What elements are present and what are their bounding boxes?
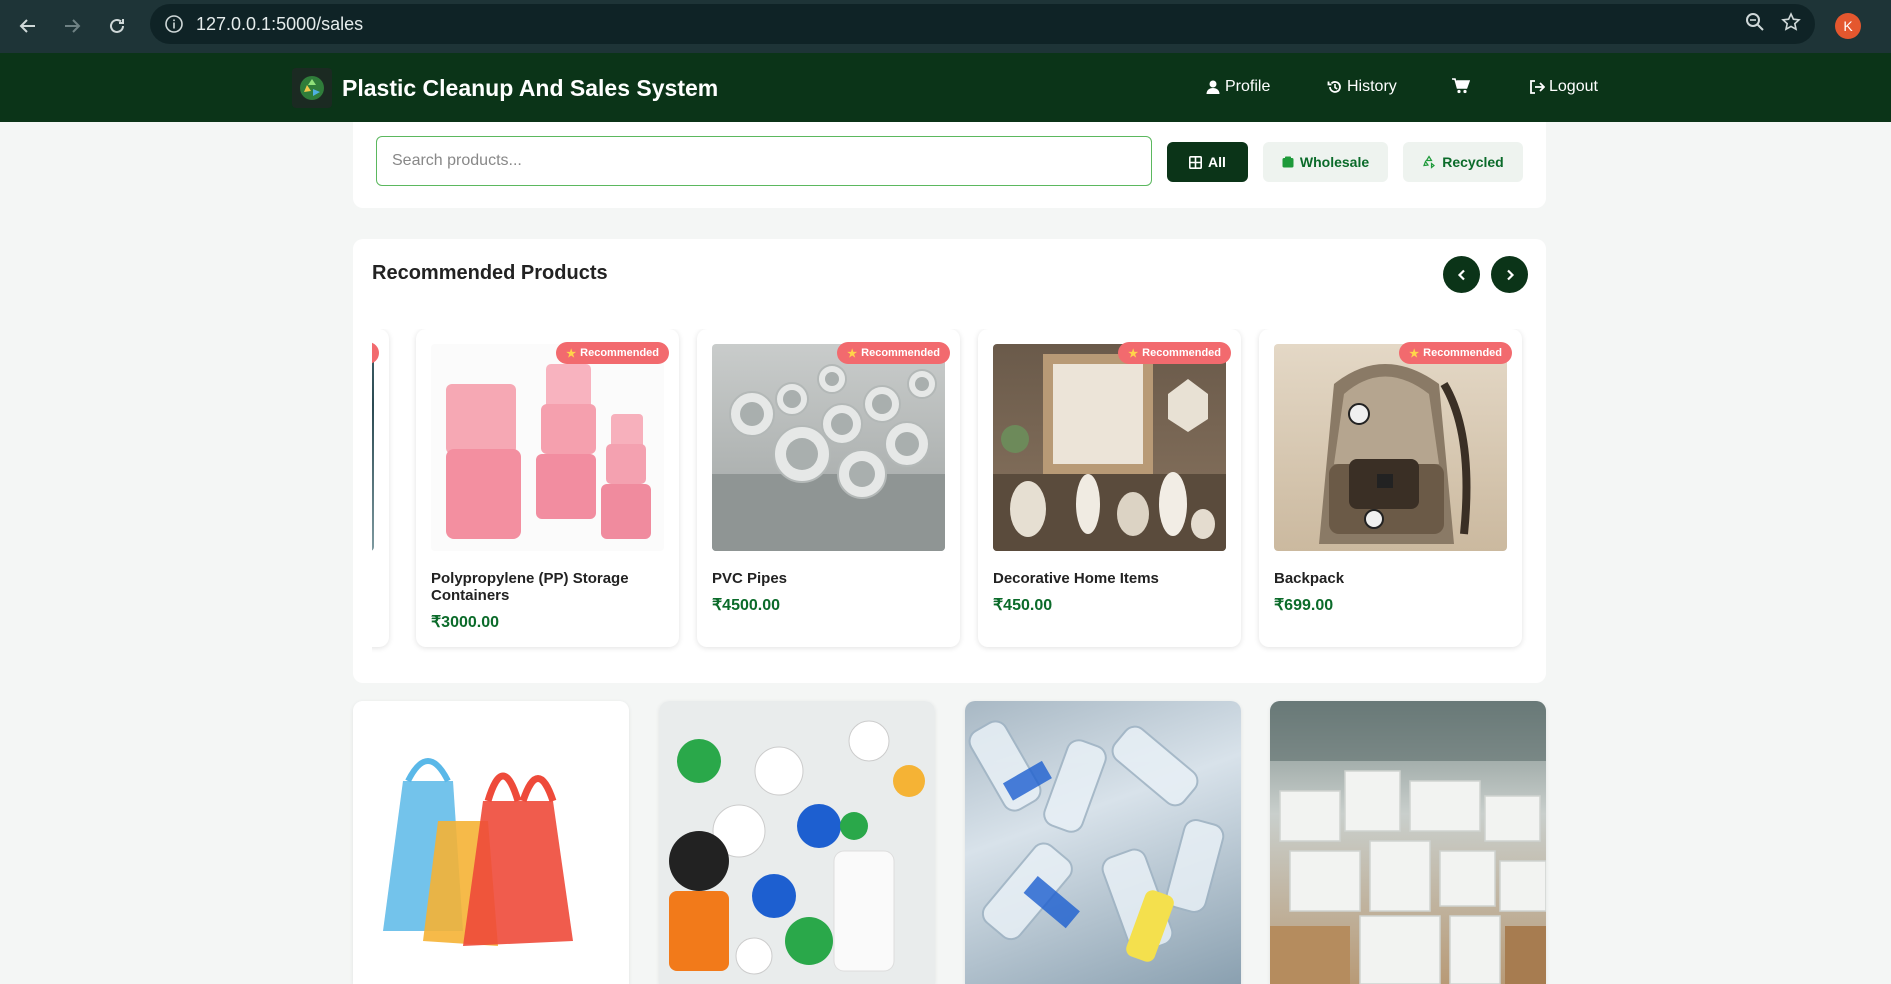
filter-recycled-button[interactable]: Recycled	[1403, 142, 1523, 182]
profile-avatar[interactable]: K	[1835, 13, 1861, 39]
nav-profile-label: Profile	[1225, 78, 1271, 95]
browser-toolbar: 127.0.0.1:5000/sales K	[0, 0, 1891, 53]
star-icon: ★	[1409, 347, 1420, 360]
recommended-badge: ★Recommended	[837, 342, 950, 364]
filter-wholesale-label: Wholesale	[1299, 154, 1370, 170]
nav-profile[interactable]: Profile	[1205, 78, 1270, 96]
forward-icon[interactable]	[50, 4, 94, 48]
grid-icon	[1189, 155, 1203, 169]
product-price: ₹699.00	[1274, 597, 1334, 614]
bookmark-star-icon[interactable]	[1781, 11, 1801, 37]
product-image	[659, 701, 935, 984]
zoom-icon[interactable]	[1745, 12, 1765, 37]
logout-icon	[1530, 80, 1545, 94]
star-icon: ★	[847, 347, 858, 360]
product-image	[993, 344, 1226, 551]
search-input[interactable]	[376, 136, 1152, 186]
site-info-icon[interactable]	[164, 14, 184, 34]
product-image	[353, 701, 629, 984]
carousel-prev-button[interactable]	[1443, 256, 1480, 293]
chevron-right-icon	[1506, 269, 1514, 280]
product-name: PVC Pipes	[712, 570, 788, 587]
app-navbar: Plastic Cleanup And Sales System Profile…	[0, 53, 1891, 122]
recommended-section: Recommended Products ★ Recommended Polyp…	[353, 239, 1546, 683]
carousel-track: ★Recommended ★Recommended Pol	[372, 329, 1529, 659]
product-image	[1274, 344, 1507, 551]
box-icon	[1282, 156, 1294, 168]
nav-logout[interactable]: Logout	[1529, 78, 1598, 96]
recycle-logo-icon	[292, 68, 332, 108]
product-image	[372, 344, 374, 551]
recommended-title: Recommended Products	[372, 262, 608, 284]
product-name: Backpack	[1274, 570, 1345, 587]
product-image	[431, 344, 664, 551]
brand[interactable]: Plastic Cleanup And Sales System	[292, 68, 718, 108]
nav-history-label: History	[1347, 78, 1397, 95]
product-image	[1270, 701, 1546, 984]
recommended-badge: ★Recommended	[1118, 342, 1231, 364]
recommended-badge-label: Recommended	[580, 347, 659, 359]
star-icon: ★	[566, 347, 577, 360]
recommended-badge: ★Recommended	[556, 342, 669, 364]
history-icon	[1327, 81, 1341, 93]
recommended-badge-label: Recommended	[1423, 347, 1502, 359]
recycle-icon	[1423, 155, 1436, 169]
nav-history[interactable]: History	[1327, 78, 1397, 96]
product-card[interactable]: ★ Recommended PVC Pipes ₹4500.00	[697, 329, 960, 647]
filter-all-button[interactable]: All	[1167, 142, 1248, 182]
product-card[interactable]: ★ Recommended Decorative Home Items ₹450.…	[978, 329, 1241, 647]
filter-recycled-label: Recycled	[1442, 154, 1504, 170]
chevron-left-icon	[1457, 269, 1465, 280]
product-grid-card[interactable]	[353, 701, 629, 984]
product-price: ₹450.00	[993, 597, 1053, 614]
product-card[interactable]: ★ Recommended Polypropylene (PP) Storage …	[416, 329, 679, 647]
address-bar[interactable]: 127.0.0.1:5000/sales	[150, 4, 1815, 44]
url-text[interactable]: 127.0.0.1:5000/sales	[196, 14, 363, 35]
cart-icon	[1452, 78, 1470, 94]
star-icon: ★	[1128, 347, 1139, 360]
product-image	[712, 344, 945, 551]
product-grid-card[interactable]	[965, 701, 1241, 984]
search-card: All Wholesale Recycled	[353, 122, 1546, 208]
filter-all-label: All	[1208, 154, 1226, 170]
product-price: ₹4500.00	[712, 597, 781, 614]
product-card[interactable]: ★ Recommended Backpack ₹699.00	[1259, 329, 1522, 647]
product-name: Polypropylene (PP) Storage Containers	[431, 570, 629, 604]
carousel-next-button[interactable]	[1491, 256, 1528, 293]
nav-logout-label: Logout	[1549, 78, 1598, 95]
product-name: Decorative Home Items	[993, 570, 1159, 587]
recommended-badge-label: Recommended	[1142, 347, 1221, 359]
product-grid-card[interactable]	[659, 701, 935, 984]
product-card-partial[interactable]: ★Recommended	[372, 329, 389, 647]
filter-wholesale-button[interactable]: Wholesale	[1263, 142, 1388, 182]
back-icon[interactable]	[6, 4, 50, 48]
product-price: ₹3000.00	[431, 614, 500, 631]
recommended-badge-label: Recommended	[861, 347, 940, 359]
product-image	[965, 701, 1241, 984]
recommended-badge: ★Recommended	[372, 342, 379, 364]
recommended-badge: ★Recommended	[1399, 342, 1512, 364]
app-title: Plastic Cleanup And Sales System	[342, 74, 719, 101]
product-grid-card[interactable]	[1270, 701, 1546, 984]
user-icon	[1206, 80, 1220, 94]
reload-icon[interactable]	[95, 4, 139, 48]
nav-cart[interactable]	[1452, 78, 1474, 94]
